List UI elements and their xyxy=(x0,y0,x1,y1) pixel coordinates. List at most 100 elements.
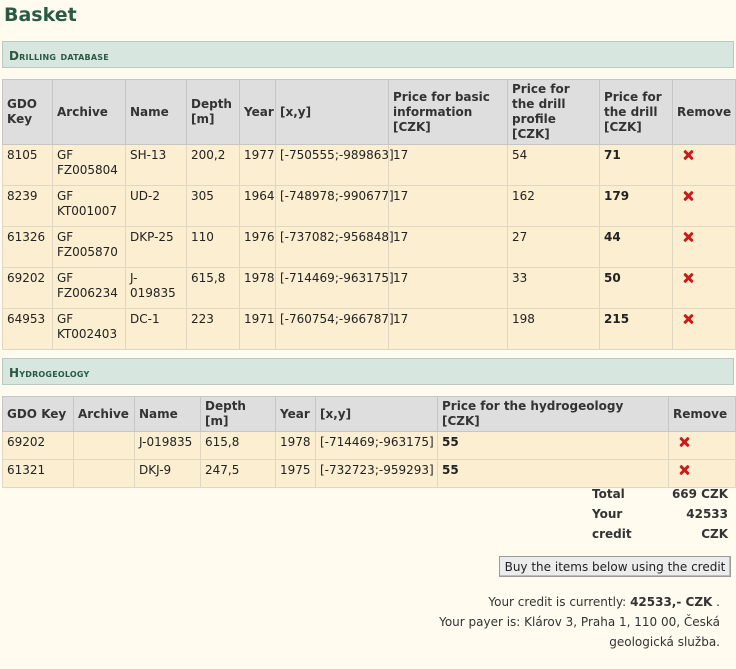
hydro-cell: 1975 xyxy=(275,459,316,488)
drilling-col-header: Price for the drill profile [CZK] xyxy=(507,79,600,145)
drilling-remove-cell xyxy=(672,267,736,309)
credit-info: Your credit is currently: 42533,- CZK . … xyxy=(400,592,720,652)
drilling-table-row: 8105 GF FZ005804 SH-13 200,2 1977 [-750555;-9… xyxy=(2,144,736,186)
remove-x-icon[interactable] xyxy=(679,437,689,447)
drilling-cell: 8105 xyxy=(2,144,53,186)
total-row: Total 669 CZK xyxy=(592,484,728,504)
drilling-cell: 223 xyxy=(186,308,240,350)
drilling-remove-cell xyxy=(672,308,736,350)
drilling-cell: 71 xyxy=(599,144,673,186)
credit-label: Your credit xyxy=(592,507,632,541)
drilling-cell: 1977 xyxy=(239,144,276,186)
hydro-col-header: Archive xyxy=(73,396,135,432)
payer-line: Your payer is: Klárov 3, Praha 1, 110 00… xyxy=(400,612,720,632)
drilling-cell: [-750555;-989863] xyxy=(275,144,394,186)
drilling-cell: DC-1 xyxy=(125,308,187,350)
drilling-col-header: Name xyxy=(125,79,187,145)
drilling-remove-cell xyxy=(672,226,736,268)
drilling-cell: 17 xyxy=(388,267,508,309)
drilling-table-row: 8239 GF KT001007 UD-2 305 1964 [-748978;-9906… xyxy=(2,185,736,227)
hydro-cell: [-714469;-963175] xyxy=(315,431,438,460)
payer-prefix: Your payer is: xyxy=(439,615,521,629)
payer-line-2: geologická služba. xyxy=(609,635,720,649)
drilling-col-header: Year xyxy=(239,79,276,145)
total-value: 669 CZK xyxy=(671,487,728,501)
drilling-cell: 17 xyxy=(388,226,508,268)
drilling-table-row: 64953 GF KT002403 DC-1 223 1971 [-760754;-966… xyxy=(2,308,736,350)
drilling-section-header: Drilling database xyxy=(2,41,734,68)
remove-x-icon[interactable] xyxy=(683,150,693,160)
drilling-cell: GF KT002403 xyxy=(52,308,126,350)
drilling-cell: DKP-25 xyxy=(125,226,187,268)
remove-x-icon[interactable] xyxy=(683,273,693,283)
drilling-table: GDO Key Archive Name Depth [m] Year [x,y] Pric… xyxy=(2,79,736,350)
hydro-header-row: GDO Key Archive Name Depth [m] Year [x,y] Pric… xyxy=(2,396,736,432)
hydro-cell: 61321 xyxy=(2,459,74,488)
hydro-col-header: Price for the hydrogeology [CZK] xyxy=(437,396,669,432)
hydro-col-header: [x,y] xyxy=(315,396,438,432)
drilling-cell: [-737082;-956848] xyxy=(275,226,394,268)
hydro-col-header: Remove xyxy=(668,396,736,432)
drilling-cell: GF FZ005804 xyxy=(52,144,126,186)
remove-x-icon[interactable] xyxy=(683,191,693,201)
drilling-cell: 1971 xyxy=(239,308,276,350)
drilling-section-title: Drilling database xyxy=(9,49,109,63)
hydro-col-header: Name xyxy=(134,396,201,432)
drilling-cell: 110 xyxy=(186,226,240,268)
remove-x-icon[interactable] xyxy=(679,465,689,475)
hydro-cell: 615,8 xyxy=(200,431,276,460)
drilling-cell: 17 xyxy=(388,308,508,350)
drilling-cell: 305 xyxy=(186,185,240,227)
drilling-cell: 215 xyxy=(599,308,673,350)
drilling-cell: 200,2 xyxy=(186,144,240,186)
drilling-cell: 54 xyxy=(507,144,600,186)
drilling-table-row: 69202 GF FZ006234 J-019835 615,8 1978 [-71446… xyxy=(2,267,736,309)
drilling-cell: 1976 xyxy=(239,226,276,268)
credit-prefix: Your credit is currently: xyxy=(488,595,627,609)
credit-line: Your credit is currently: 42533,- CZK . xyxy=(400,592,720,612)
hydro-cell: DKJ-9 xyxy=(134,459,201,488)
drilling-cell: 17 xyxy=(388,185,508,227)
hydro-cell: 247,5 xyxy=(200,459,276,488)
hydro-cell xyxy=(73,459,135,488)
buy-with-credit-button[interactable]: Buy the items below using the credit xyxy=(499,556,731,577)
credit-row: Your credit 42533 CZK xyxy=(592,504,728,544)
drilling-cell: 44 xyxy=(599,226,673,268)
hydro-remove-cell xyxy=(668,431,736,460)
remove-x-icon[interactable] xyxy=(683,314,693,324)
payer-address: Klárov 3, Praha 1, 110 00, Česká xyxy=(524,615,720,629)
hydro-cell: 1978 xyxy=(275,431,316,460)
page-title: Basket xyxy=(4,4,77,26)
hydro-cell xyxy=(73,431,135,460)
drilling-remove-cell xyxy=(672,144,736,186)
total-label: Total xyxy=(592,487,625,501)
drilling-cell: 198 xyxy=(507,308,600,350)
credit-suffix: . xyxy=(716,595,720,609)
drilling-cell: [-714469;-963175] xyxy=(275,267,394,309)
drilling-cell: UD-2 xyxy=(125,185,187,227)
drilling-cell: 61326 xyxy=(2,226,53,268)
hydro-table-row: 69202 J-019835 615,8 1978 [-714469;-963175] 5… xyxy=(2,431,736,460)
remove-x-icon[interactable] xyxy=(683,232,693,242)
drilling-cell: [-748978;-990677] xyxy=(275,185,394,227)
drilling-cell: 17 xyxy=(388,144,508,186)
hydro-section-header: Hydrogeology xyxy=(2,358,734,385)
drilling-cell: 27 xyxy=(507,226,600,268)
drilling-cell: 69202 xyxy=(2,267,53,309)
drilling-cell: [-760754;-966787] xyxy=(275,308,394,350)
drilling-col-header: Archive xyxy=(52,79,126,145)
hydro-section-title: Hydrogeology xyxy=(9,366,90,380)
drilling-cell: 64953 xyxy=(2,308,53,350)
drilling-table-row: 61326 GF FZ005870 DKP-25 110 1976 [-737082;-9… xyxy=(2,226,736,268)
hydro-cell: 69202 xyxy=(2,431,74,460)
drilling-col-header: Depth [m] xyxy=(186,79,240,145)
drilling-header-row: GDO Key Archive Name Depth [m] Year [x,y] Pric… xyxy=(2,79,736,145)
hydro-col-header: Depth [m] xyxy=(200,396,276,432)
hydro-table: GDO Key Archive Name Depth [m] Year [x,y] Pric… xyxy=(2,396,736,488)
drilling-cell: 615,8 xyxy=(186,267,240,309)
drilling-cell: 162 xyxy=(507,185,600,227)
drilling-cell: GF FZ005870 xyxy=(52,226,126,268)
drilling-cell: 8239 xyxy=(2,185,53,227)
drilling-col-header: Price for basic information [CZK] xyxy=(388,79,508,145)
drilling-remove-cell xyxy=(672,185,736,227)
